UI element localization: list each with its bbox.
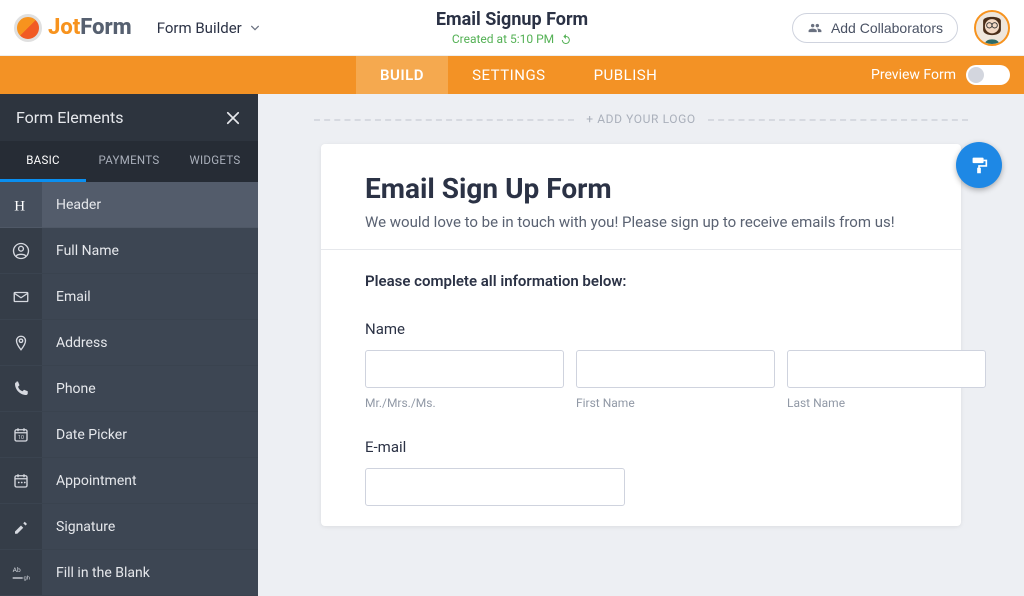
appointment-icon xyxy=(0,458,42,503)
form-instruction: Please complete all information below: xyxy=(365,272,917,290)
close-icon[interactable] xyxy=(224,109,242,127)
logo-text-form: Form xyxy=(80,15,131,40)
first-name-input[interactable] xyxy=(576,350,775,388)
sidebar-title: Form Elements xyxy=(16,108,124,127)
add-collaborators-button[interactable]: Add Collaborators xyxy=(792,13,958,43)
first-name-col: First Name xyxy=(576,350,775,420)
element-phone[interactable]: Phone xyxy=(0,366,258,412)
form-body: Please complete all information below: N… xyxy=(321,250,961,526)
avatar-icon xyxy=(976,10,1008,46)
add-collaborators-label: Add Collaborators xyxy=(831,20,943,36)
chevron-down-icon xyxy=(250,23,260,33)
element-label: Email xyxy=(42,289,91,305)
form-title[interactable]: Email Signup Form xyxy=(436,9,588,30)
canvas[interactable]: + ADD YOUR LOGO Email Sign Up Form We wo… xyxy=(258,94,1024,596)
main-nav: BUILD SETTINGS PUBLISH Preview Form xyxy=(0,56,1024,94)
signature-icon xyxy=(0,504,42,549)
last-name-col: Last Name xyxy=(787,350,986,420)
element-full-name[interactable]: Full Name xyxy=(0,228,258,274)
element-fill-blank[interactable]: Abgh Fill in the Blank xyxy=(0,550,258,596)
element-signature[interactable]: Signature xyxy=(0,504,258,550)
first-sublabel: First Name xyxy=(576,396,775,410)
email-icon xyxy=(0,274,42,319)
element-label: Header xyxy=(42,197,101,213)
element-label: Phone xyxy=(42,381,96,397)
top-bar: JotForm Form Builder Email Signup Form C… xyxy=(0,0,1024,56)
sidebar-tab-basic[interactable]: BASIC xyxy=(0,141,86,182)
svg-text:gh: gh xyxy=(24,575,30,581)
paint-roller-icon xyxy=(968,154,990,176)
svg-text:Ab: Ab xyxy=(13,566,21,574)
form-subheading: We would love to be in touch with you! P… xyxy=(365,213,917,231)
prefix-col: Mr./Mrs./Ms. xyxy=(365,350,564,420)
form-heading: Email Sign Up Form xyxy=(365,172,917,205)
calendar-icon: 10 xyxy=(0,412,42,457)
form-header-block[interactable]: Email Sign Up Form We would love to be i… xyxy=(321,144,961,249)
element-label: Date Picker xyxy=(42,427,127,443)
workspace: Form Elements BASIC PAYMENTS WIDGETS H H… xyxy=(0,94,1024,596)
fill-blank-icon: Abgh xyxy=(0,550,42,595)
user-icon xyxy=(0,228,42,273)
sidebar-tab-payments[interactable]: PAYMENTS xyxy=(86,141,172,180)
header-center: Email Signup Form Created at 5:10 PM xyxy=(436,9,588,46)
element-email[interactable]: Email xyxy=(0,274,258,320)
last-sublabel: Last Name xyxy=(787,396,986,410)
preview-form-label: Preview Form xyxy=(871,67,956,83)
form-card[interactable]: Email Sign Up Form We would love to be i… xyxy=(321,144,961,526)
user-avatar[interactable] xyxy=(974,10,1010,46)
last-name-input[interactable] xyxy=(787,350,986,388)
element-label: Fill in the Blank xyxy=(42,565,150,581)
tab-publish[interactable]: PUBLISH xyxy=(570,56,682,94)
prefix-sublabel: Mr./Mrs./Ms. xyxy=(365,396,564,410)
logo[interactable]: JotForm xyxy=(14,14,132,42)
main-tabs: BUILD SETTINGS PUBLISH xyxy=(356,56,681,94)
element-date-picker[interactable]: 10 Date Picker xyxy=(0,412,258,458)
logo-mark-icon xyxy=(14,14,42,42)
svg-text:H: H xyxy=(14,198,25,214)
element-list: H Header Full Name Email Address Phone 1… xyxy=(0,182,258,596)
email-input[interactable] xyxy=(365,468,625,506)
svg-text:10: 10 xyxy=(18,434,24,440)
heading-icon: H xyxy=(0,182,42,227)
element-label: Appointment xyxy=(42,473,137,489)
top-bar-right: Add Collaborators xyxy=(792,10,1010,46)
element-label: Address xyxy=(42,335,107,351)
revision-history-icon[interactable] xyxy=(560,33,572,45)
form-subtitle: Created at 5:10 PM xyxy=(436,32,588,46)
element-label: Signature xyxy=(42,519,115,535)
element-header[interactable]: H Header xyxy=(0,182,258,228)
tab-build[interactable]: BUILD xyxy=(356,56,448,94)
created-at-text: Created at 5:10 PM xyxy=(452,32,554,46)
location-icon xyxy=(0,320,42,365)
add-logo-button[interactable]: + ADD YOUR LOGO xyxy=(258,94,1024,144)
logo-text-jot: Jot xyxy=(48,15,80,40)
sidebar-tabs: BASIC PAYMENTS WIDGETS xyxy=(0,141,258,182)
sidebar-tab-widgets[interactable]: WIDGETS xyxy=(172,141,258,180)
form-builder-label: Form Builder xyxy=(157,19,242,37)
logo-text: JotForm xyxy=(48,15,132,40)
email-label: E-mail xyxy=(365,438,917,456)
collaborators-icon xyxy=(807,21,823,35)
tab-settings[interactable]: SETTINGS xyxy=(448,56,570,94)
preview-toggle-group: Preview Form xyxy=(871,56,1024,94)
phone-icon xyxy=(0,366,42,411)
element-address[interactable]: Address xyxy=(0,320,258,366)
form-builder-dropdown[interactable]: Form Builder xyxy=(146,12,271,44)
prefix-input[interactable] xyxy=(365,350,564,388)
element-appointment[interactable]: Appointment xyxy=(0,458,258,504)
sidebar-header: Form Elements xyxy=(0,94,258,141)
element-label: Full Name xyxy=(42,243,119,259)
sidebar: Form Elements BASIC PAYMENTS WIDGETS H H… xyxy=(0,94,258,596)
form-designer-button[interactable] xyxy=(956,142,1002,188)
preview-form-toggle[interactable] xyxy=(966,65,1010,85)
name-label: Name xyxy=(365,320,917,338)
name-row: Mr./Mrs./Ms. First Name Last Name xyxy=(365,350,917,420)
